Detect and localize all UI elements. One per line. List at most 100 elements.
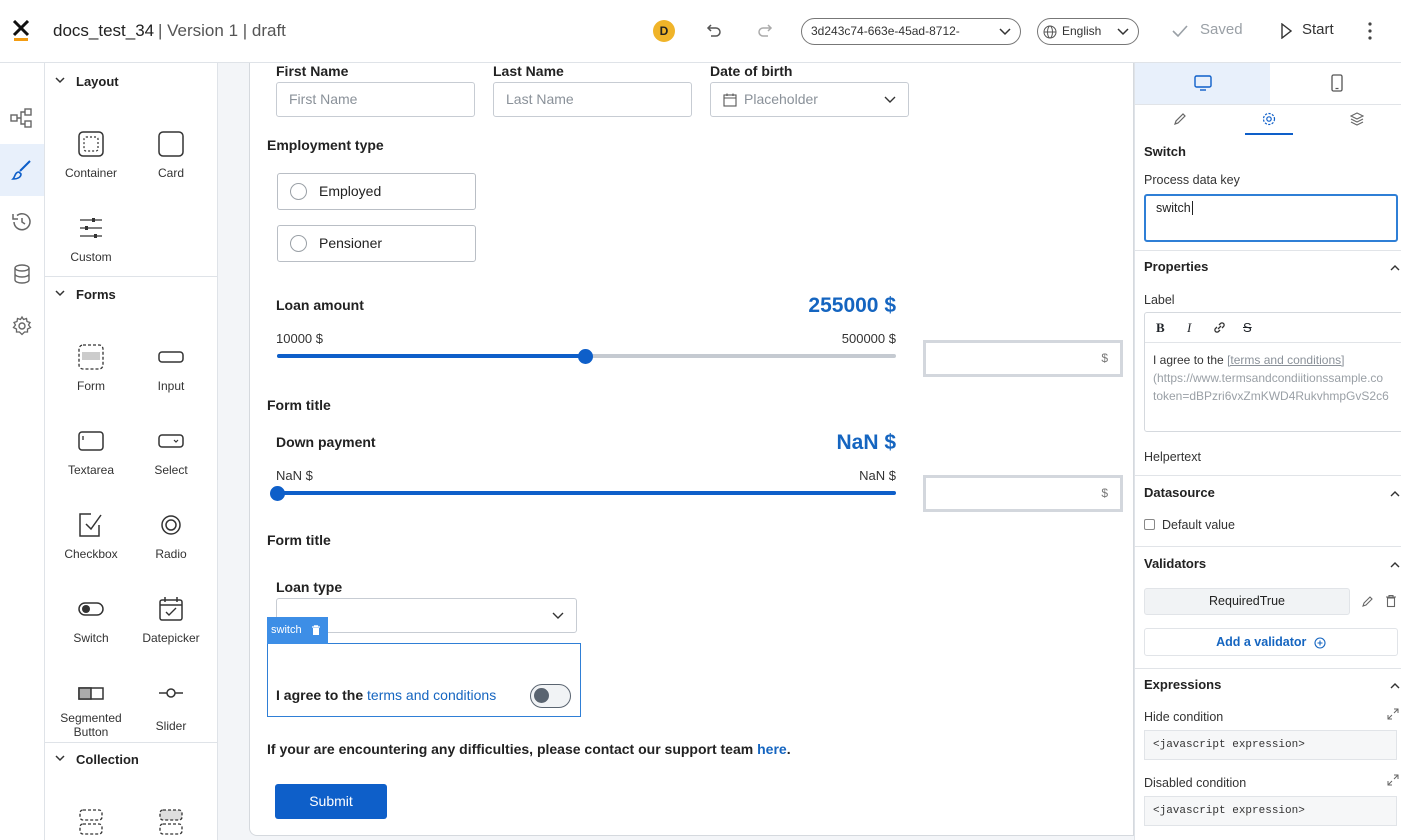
down-payment-input[interactable]: $ [923, 475, 1123, 512]
tool-checkbox[interactable]: Checkbox [51, 511, 131, 561]
radio-option-pensioner[interactable]: Pensioner [277, 225, 476, 262]
gear-icon[interactable] [1262, 112, 1276, 126]
tool-container[interactable]: Container [51, 130, 131, 180]
divider [45, 742, 217, 743]
redo-icon[interactable] [755, 20, 777, 42]
first-name-input[interactable]: First Name [276, 82, 475, 117]
section-collection-header[interactable]: Collection [45, 752, 217, 768]
link-icon[interactable] [1213, 321, 1226, 334]
trash-icon[interactable] [311, 625, 321, 636]
slider-thumb[interactable] [270, 485, 285, 501]
agree-text: I agree to the terms and conditions [276, 687, 496, 703]
loan-amount-slider[interactable] [277, 348, 896, 364]
chevron-up-icon[interactable] [1389, 262, 1401, 274]
tool-textarea[interactable]: Textarea [51, 427, 131, 477]
validator-required-true[interactable]: RequiredTrue [1144, 588, 1350, 615]
slider-thumb[interactable] [578, 348, 593, 364]
segmented-button-icon [78, 687, 104, 700]
dob-datepicker[interactable]: Placeholder [710, 82, 909, 117]
tool-radio[interactable]: Radio [131, 511, 211, 561]
more-vertical-icon[interactable] [1364, 21, 1376, 41]
slider-icon [159, 688, 183, 698]
active-tab-indicator [1245, 133, 1293, 135]
desktop-view-tab[interactable] [1135, 63, 1270, 104]
bold-icon[interactable]: B [1156, 320, 1165, 336]
language-select[interactable]: English [1037, 18, 1139, 45]
switch-component-tag[interactable]: switch [267, 617, 328, 644]
expand-icon[interactable] [1387, 774, 1399, 786]
default-value-checkbox[interactable] [1144, 519, 1155, 530]
section-layout-header[interactable]: Layout [45, 74, 217, 90]
helpertext-title[interactable]: Helpertext [1144, 450, 1201, 464]
validators-section-title[interactable]: Validators [1144, 556, 1206, 571]
radio-label: Employed [319, 183, 382, 199]
last-name-input[interactable]: Last Name [493, 82, 692, 117]
play-icon[interactable] [1280, 23, 1292, 39]
mobile-view-tab[interactable] [1270, 63, 1401, 104]
mobile-icon [1331, 74, 1343, 92]
undo-icon[interactable] [702, 20, 724, 42]
tool-slider[interactable]: Slider [131, 679, 211, 733]
tool-collection-prototype[interactable] [131, 808, 211, 840]
edit-icon[interactable] [1361, 595, 1374, 608]
layers-icon[interactable] [1350, 112, 1364, 126]
label-rich-editor[interactable]: B I S I agree to the [terms and conditio… [1144, 312, 1401, 432]
radio-option-employed[interactable]: Employed [277, 173, 476, 210]
rail-process-button[interactable] [0, 92, 44, 144]
expand-icon[interactable] [1387, 708, 1399, 720]
expressions-section-title[interactable]: Expressions [1144, 677, 1221, 692]
chevron-up-icon[interactable] [1389, 680, 1401, 692]
section-forms-header[interactable]: Forms [45, 287, 217, 303]
rail-ui-designer-button[interactable] [0, 144, 44, 196]
calendar-icon [723, 93, 737, 107]
tool-segmented-button[interactable]: Segmented Button [51, 679, 131, 739]
properties-section-title[interactable]: Properties [1144, 259, 1208, 274]
process-key-input[interactable]: switch [1144, 194, 1398, 242]
chevron-up-icon[interactable] [1389, 488, 1401, 500]
loan-amount-input[interactable]: $ [923, 340, 1123, 377]
tool-datepicker[interactable]: Datepicker [131, 595, 211, 645]
tool-input[interactable]: Input [131, 343, 211, 393]
tool-form[interactable]: Form [51, 343, 131, 393]
tool-collection[interactable] [51, 808, 131, 840]
selected-switch-component[interactable] [267, 643, 581, 717]
process-select[interactable]: 3d243c74-663e-45ad-8712- [801, 18, 1021, 45]
flowx-logo[interactable] [12, 20, 30, 42]
loan-amount-min: 10000 $ [276, 331, 323, 346]
tool-select[interactable]: Select [131, 427, 211, 477]
chevron-down-icon [55, 755, 65, 762]
strikethrough-icon[interactable]: S [1243, 320, 1252, 335]
pencil-icon[interactable] [1173, 112, 1187, 126]
support-text: If your are encountering any difficultie… [267, 741, 758, 757]
chevron-down-icon [999, 28, 1011, 36]
default-value-label: Default value [1162, 518, 1235, 532]
disabled-condition-input[interactable]: <javascript expression> [1144, 796, 1397, 826]
start-button[interactable]: Start [1302, 21, 1334, 38]
process-key-value: switch [1156, 201, 1191, 215]
datasource-section-title[interactable]: Datasource [1144, 485, 1215, 500]
user-avatar[interactable]: D [653, 20, 675, 42]
agree-switch-toggle[interactable] [530, 684, 571, 708]
italic-icon[interactable]: I [1187, 320, 1191, 336]
rail-history-button[interactable] [0, 196, 44, 248]
globe-icon [1043, 25, 1057, 39]
rail-settings-button[interactable] [0, 300, 44, 352]
rail-data-button[interactable] [0, 248, 44, 300]
chevron-up-icon[interactable] [1389, 559, 1401, 571]
down-payment-min: NaN $ [276, 468, 313, 483]
hide-condition-input[interactable]: <javascript expression> [1144, 730, 1397, 760]
tool-switch[interactable]: Switch [51, 595, 131, 645]
add-validator-button[interactable]: Add a validator [1144, 628, 1398, 656]
check-icon [1172, 25, 1188, 38]
tool-label: Datepicker [142, 631, 200, 645]
tool-custom[interactable]: Custom [51, 214, 131, 264]
trash-icon[interactable] [1385, 594, 1397, 608]
support-link[interactable]: here [757, 741, 787, 757]
tool-card[interactable]: Card [131, 130, 211, 180]
chevron-down-icon [55, 290, 65, 297]
chevron-down-icon [552, 612, 564, 619]
submit-button[interactable]: Submit [275, 784, 387, 819]
terms-link[interactable]: terms and conditions [367, 687, 496, 703]
agree-prefix: I agree to the [276, 687, 368, 703]
down-payment-slider[interactable] [270, 485, 896, 501]
